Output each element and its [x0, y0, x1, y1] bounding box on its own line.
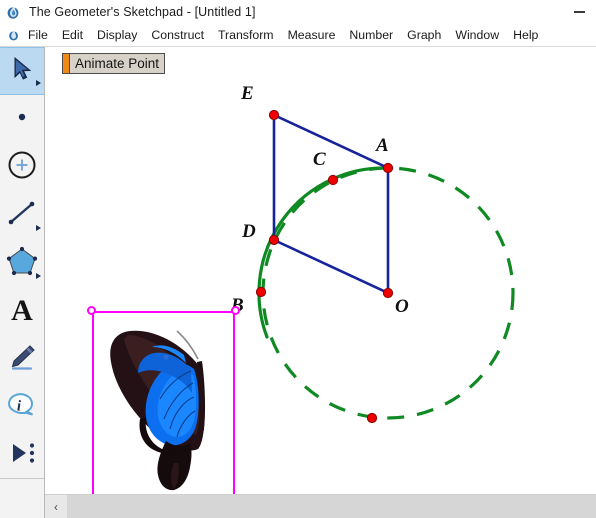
- compass-circle-tool[interactable]: [0, 143, 44, 191]
- minimize-button[interactable]: [562, 0, 596, 24]
- butterfly-image-selection[interactable]: [87, 306, 240, 494]
- resize-handle-top-right[interactable]: [231, 306, 240, 315]
- menu-number[interactable]: Number: [342, 26, 400, 44]
- point-O: [382, 287, 394, 299]
- straightedge-tool-flyout-icon[interactable]: [36, 225, 41, 231]
- point-label-E: E: [241, 83, 254, 104]
- menu-transform[interactable]: Transform: [211, 26, 281, 44]
- point-on-circle-bottom: [366, 412, 378, 424]
- polygon-tool-flyout-icon[interactable]: [36, 273, 41, 279]
- pentagon-icon: [5, 245, 39, 282]
- point-label-A: A: [376, 135, 389, 156]
- tool-palette: A i: [0, 47, 45, 518]
- point-A: [382, 162, 394, 174]
- point-C: [327, 174, 339, 186]
- pencil-marker-icon: [6, 342, 38, 377]
- menu-window[interactable]: Window: [448, 26, 506, 44]
- point-label-D: D: [242, 221, 256, 242]
- scroll-left-arrow-icon[interactable]: ‹: [45, 495, 67, 518]
- resize-handle-top-left[interactable]: [87, 306, 96, 315]
- animate-point-marker-icon: [62, 53, 69, 74]
- window-title: The Geometer's Sketchpad - [Untitled 1]: [29, 5, 256, 19]
- segment-E-A: [273, 113, 389, 170]
- point-label-O: O: [395, 296, 409, 317]
- text-tool[interactable]: A: [0, 287, 44, 335]
- menu-edit[interactable]: Edit: [55, 26, 90, 44]
- menu-measure[interactable]: Measure: [281, 26, 343, 44]
- info-bubble-icon: i: [5, 390, 39, 425]
- title-bar: The Geometer's Sketchpad - [Untitled 1]: [0, 0, 596, 24]
- animate-point-label: Animate Point: [69, 53, 166, 74]
- sketchpad-flame-icon: [6, 4, 22, 20]
- toolbar-divider: [0, 478, 44, 479]
- arrow-cursor-icon: [9, 55, 35, 88]
- scrollbar-track[interactable]: [67, 495, 596, 518]
- document-flame-icon[interactable]: [7, 28, 21, 42]
- play-triangle-dots-icon: [6, 439, 38, 472]
- butterfly-graphic: [110, 330, 206, 491]
- point-tool[interactable]: [0, 95, 44, 143]
- menu-file[interactable]: File: [21, 26, 55, 44]
- menu-display[interactable]: Display: [90, 26, 144, 44]
- circle-plus-icon: [5, 148, 39, 187]
- point-D: [268, 234, 280, 246]
- arrow-tool-flyout-icon[interactable]: [36, 80, 41, 86]
- segment-D-O: [273, 238, 389, 295]
- point-E: [268, 109, 280, 121]
- animate-point-button[interactable]: Animate Point: [62, 53, 166, 74]
- custom-tool[interactable]: [0, 431, 44, 479]
- point-dot-icon: [13, 108, 31, 131]
- menu-construct[interactable]: Construct: [144, 26, 211, 44]
- arc-A-to-B: [257, 166, 390, 339]
- polygon-tool[interactable]: [0, 239, 44, 287]
- menu-graph[interactable]: Graph: [400, 26, 448, 44]
- toolbar-bottom-filler: [0, 494, 45, 518]
- information-tool[interactable]: i: [0, 383, 44, 431]
- letter-a-icon: A: [11, 294, 33, 327]
- straightedge-tool[interactable]: [0, 191, 44, 239]
- minimize-icon: [573, 11, 585, 13]
- marker-tool[interactable]: [0, 335, 44, 383]
- menu-bar: File Edit Display Construct Transform Me…: [0, 24, 596, 47]
- butterfly-image[interactable]: [92, 311, 235, 494]
- window-controls: [562, 0, 596, 24]
- line-segment-icon: [6, 198, 38, 233]
- menu-help[interactable]: Help: [506, 26, 545, 44]
- point-label-C: C: [313, 149, 326, 170]
- sketch-canvas[interactable]: E A C D B O Animate Point: [45, 47, 596, 494]
- point-B: [255, 286, 267, 298]
- horizontal-scrollbar[interactable]: ‹: [45, 494, 596, 518]
- arrow-select-tool[interactable]: [0, 47, 44, 95]
